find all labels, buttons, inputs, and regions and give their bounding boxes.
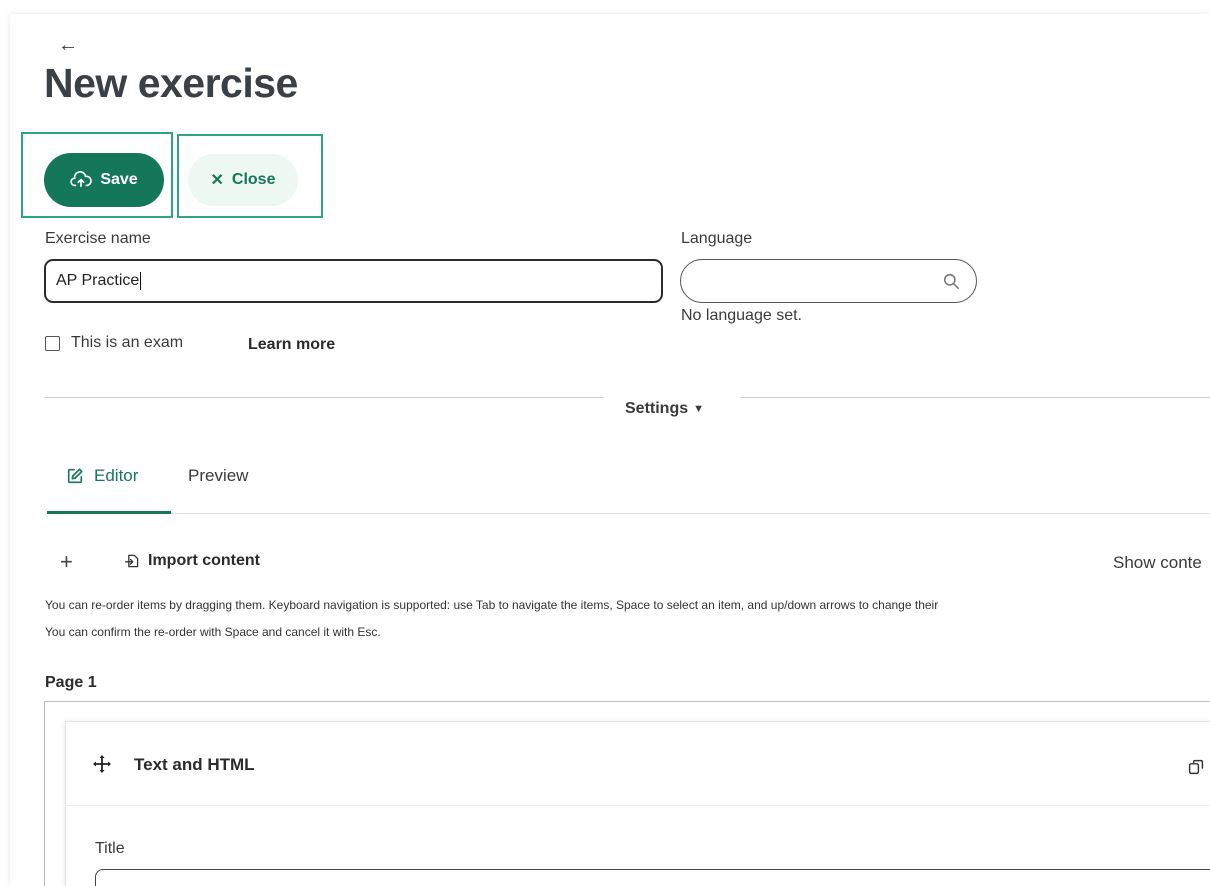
back-arrow-icon[interactable]: ← [58, 34, 78, 57]
exercise-name-value: AP Practice [56, 272, 140, 289]
save-button[interactable]: Save [44, 153, 164, 207]
title-input[interactable] [95, 869, 1210, 886]
exercise-page: ← New exercise Save ✕ Close Exercise nam… [10, 14, 1210, 886]
reorder-instructions-line1: You can re-order items by dragging them.… [45, 598, 939, 612]
language-label: Language [681, 230, 753, 247]
add-content-plus-icon[interactable]: + [60, 551, 73, 573]
page-label: Page 1 [45, 674, 97, 691]
import-content-label: Import content [148, 552, 260, 569]
save-label: Save [100, 171, 138, 188]
exam-checkbox-label: This is an exam [71, 334, 184, 351]
duplicate-icon[interactable] [1188, 759, 1204, 775]
import-content-button[interactable]: Import content [124, 552, 260, 570]
learn-more-link[interactable]: Learn more [248, 336, 335, 354]
tabs-divider [47, 513, 1210, 514]
page-title: New exercise [44, 60, 298, 106]
close-label: Close [231, 171, 276, 188]
language-search-input[interactable] [680, 259, 977, 303]
settings-label: Settings [625, 400, 689, 417]
card-divider [66, 805, 1210, 806]
active-tab-indicator [47, 511, 171, 514]
drag-handle-icon[interactable] [92, 754, 112, 774]
exercise-name-label: Exercise name [45, 230, 151, 247]
tab-editor[interactable]: Editor [66, 466, 138, 486]
language-status: No language set. [681, 307, 802, 324]
settings-divider-right [740, 397, 1210, 398]
cloud-upload-icon [70, 171, 93, 188]
search-icon [943, 273, 960, 289]
show-content-toggle[interactable]: Show conte [1113, 553, 1202, 573]
settings-toggle[interactable]: Settings ▼ [625, 400, 704, 418]
caret-down-icon: ▼ [693, 403, 705, 415]
exercise-name-field[interactable]: AP Practice [44, 259, 663, 303]
content-item-title: Text and HTML [134, 755, 255, 774]
content-item-card [65, 721, 1210, 886]
settings-divider-left [44, 397, 604, 398]
title-field-label: Title [95, 840, 125, 857]
reorder-instructions-line2: You can confirm the re-order with Space … [45, 625, 381, 639]
close-icon: ✕ [210, 172, 224, 189]
tab-editor-label: Editor [94, 466, 139, 485]
exam-checkbox[interactable] [45, 336, 60, 351]
tab-preview[interactable]: Preview [188, 466, 248, 486]
text-cursor [140, 272, 142, 290]
edit-icon [67, 468, 83, 484]
import-icon [124, 554, 139, 568]
close-button[interactable]: ✕ Close [188, 154, 298, 206]
